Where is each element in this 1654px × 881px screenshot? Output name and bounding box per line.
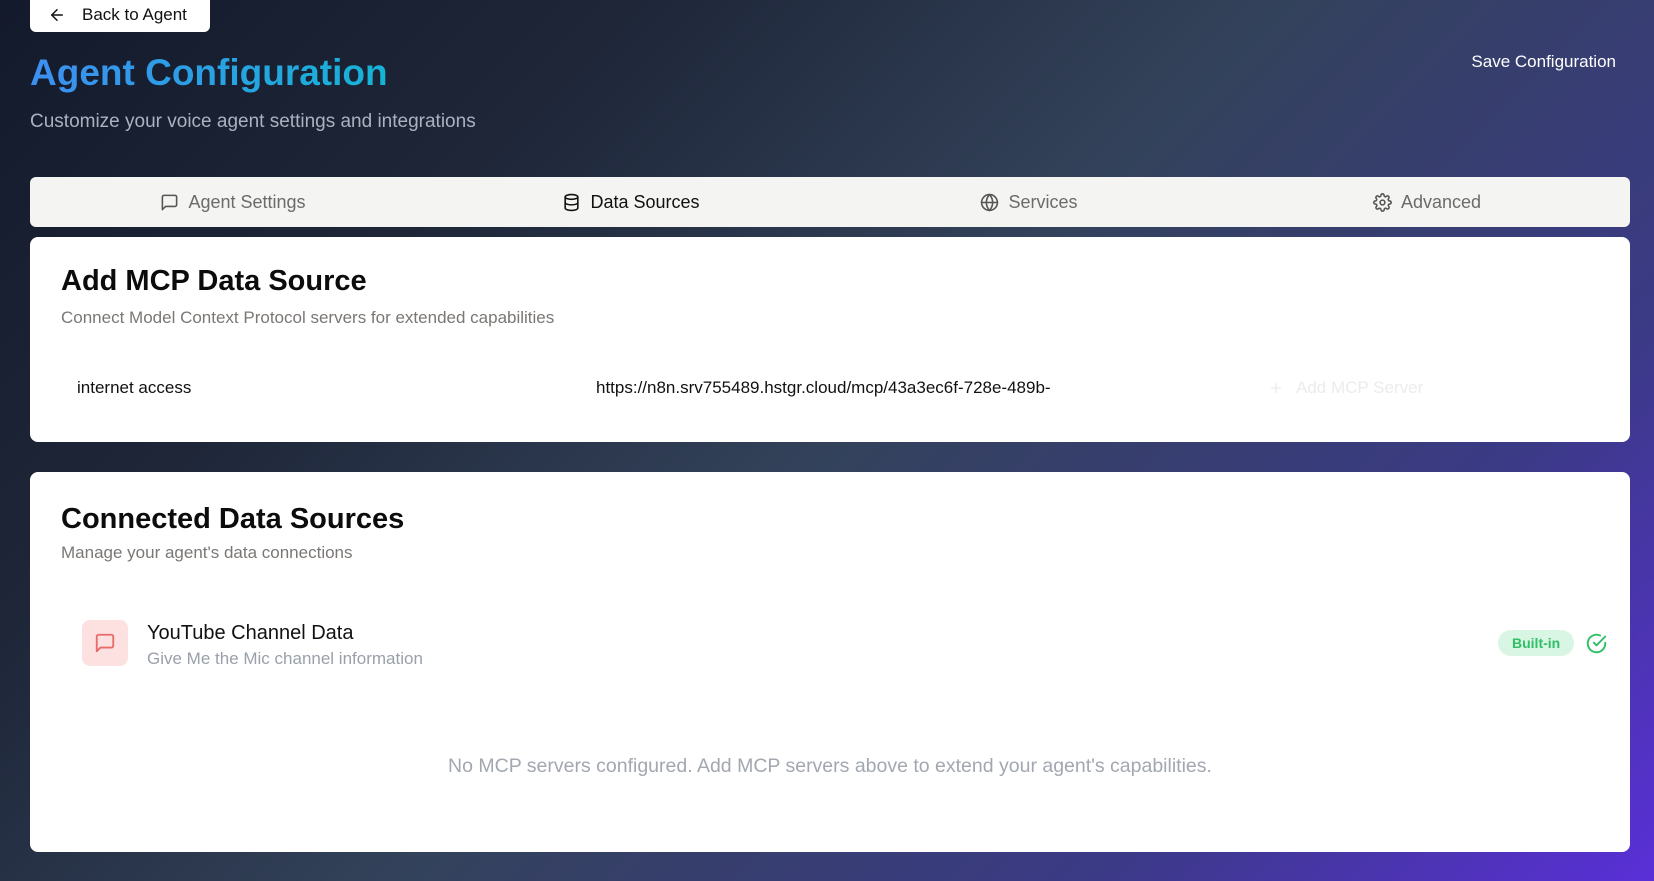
database-icon <box>564 193 580 211</box>
source-name: YouTube Channel Data <box>147 622 354 644</box>
add-mcp-server-button[interactable]: Add MCP Server <box>1268 368 1423 408</box>
back-to-agent-button[interactable]: Back to Agent <box>30 0 210 32</box>
tab-bar: Agent Settings Data Sources Services Adv… <box>30 177 1630 227</box>
tab-agent-settings[interactable]: Agent Settings <box>34 181 432 223</box>
tab-data-sources[interactable]: Data Sources <box>432 181 830 223</box>
connected-sources-card: Connected Data Sources Manage your agent… <box>30 472 1630 852</box>
add-mcp-card: Add MCP Data Source Connect Model Contex… <box>30 237 1630 442</box>
tab-label: Agent Settings <box>188 191 306 212</box>
mcp-name-input[interactable] <box>77 368 557 408</box>
settings-gear-icon <box>1373 192 1392 212</box>
source-description: Give Me the Mic channel information <box>147 649 423 668</box>
tab-services[interactable]: Services <box>830 181 1228 223</box>
page-title: Agent Configuration <box>30 52 388 93</box>
data-source-item[interactable]: YouTube Channel Data Give Me the Mic cha… <box>82 620 1607 668</box>
connected-sources-description: Manage your agent's data connections <box>61 543 353 562</box>
tab-advanced[interactable]: Advanced <box>1228 181 1626 223</box>
empty-state-message: No MCP servers configured. Add MCP serve… <box>448 755 1212 777</box>
message-square-icon <box>95 633 115 653</box>
connected-sources-title: Connected Data Sources <box>61 503 405 535</box>
arrow-left-icon <box>51 9 63 21</box>
tab-label: Services <box>1008 191 1078 212</box>
tab-label: Advanced <box>1400 191 1482 212</box>
mcp-url-input[interactable] <box>596 368 1236 408</box>
save-configuration-button[interactable]: Save Configuration <box>1461 48 1626 76</box>
add-mcp-description: Connect Model Context Protocol servers f… <box>61 308 555 327</box>
add-mcp-server-label: Add MCP Server <box>1296 378 1424 397</box>
check-circle-icon <box>1586 633 1607 654</box>
back-to-agent-label: Back to Agent <box>82 5 187 24</box>
message-square-icon <box>162 194 178 210</box>
plus-icon <box>1270 382 1282 394</box>
globe-icon <box>981 193 999 211</box>
tab-label: Data Sources <box>590 191 700 212</box>
built-in-badge: Built-in <box>1498 630 1575 656</box>
source-icon-tile <box>82 620 128 666</box>
add-mcp-title: Add MCP Data Source <box>61 265 367 297</box>
page-subtitle: Customize your voice agent settings and … <box>30 111 476 132</box>
